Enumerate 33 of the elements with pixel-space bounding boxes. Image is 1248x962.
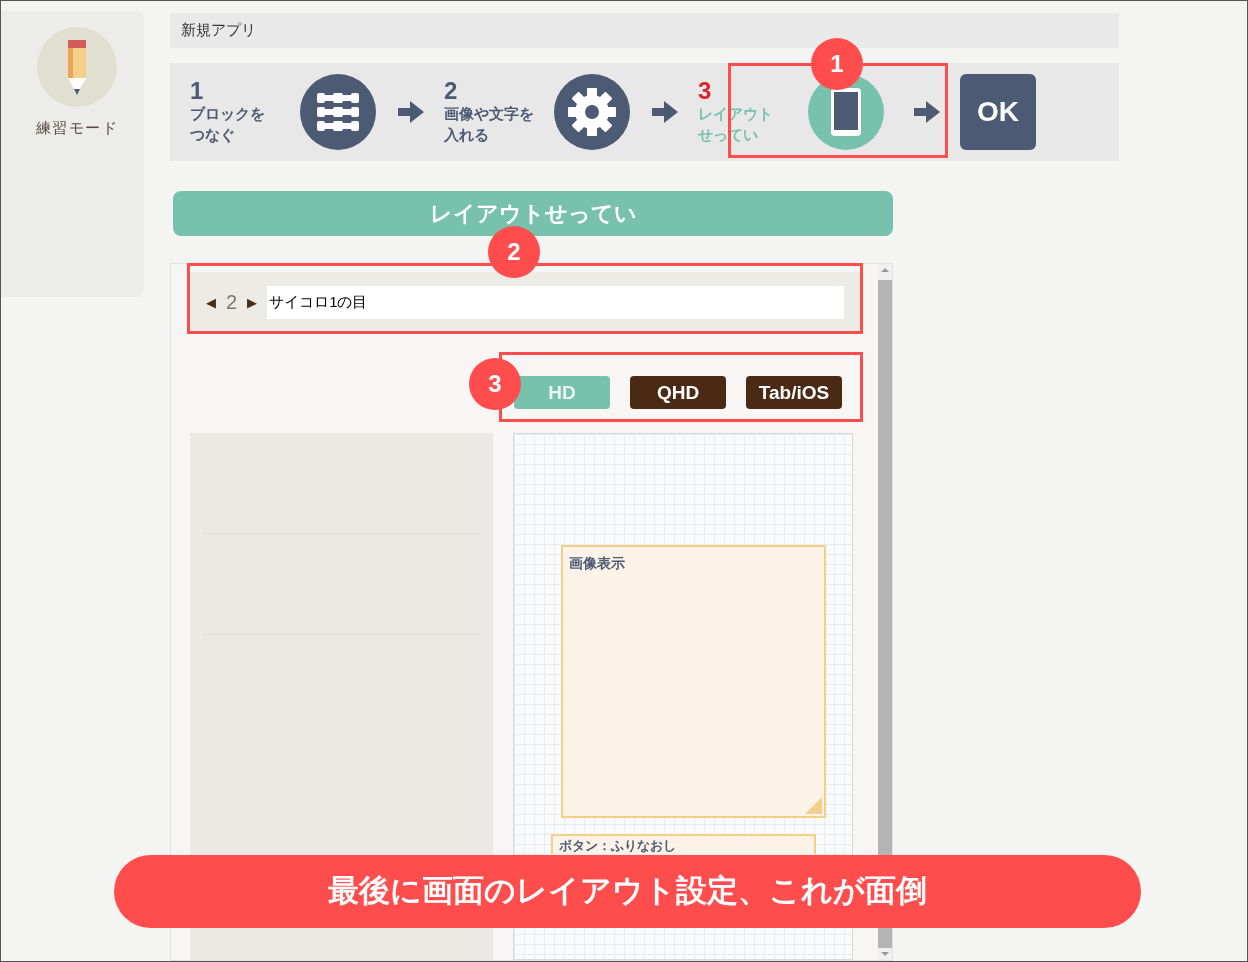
step-number: 3 (698, 78, 713, 103)
resolution-tab[interactable]: QHD (630, 376, 726, 410)
arrow-icon (914, 100, 940, 123)
gear-icon (554, 73, 630, 150)
caption-banner: 最後に画面のレイアウト設定、これが面倒 (114, 855, 1141, 928)
step-label: 画像や文字を (444, 103, 535, 124)
scroll-down-icon (881, 952, 889, 956)
ok-button[interactable]: OK (960, 73, 1036, 150)
section-header: レイアウトせってい (173, 190, 893, 237)
previous-screen-button[interactable]: ◀ (206, 292, 216, 313)
element-label: ボタン：ふりなおし (558, 838, 676, 854)
step-label: つなぐ (190, 124, 236, 145)
step-item[interactable]: 1 ブロックを つなぐ (190, 73, 378, 150)
blocks-icon (300, 73, 376, 150)
element-label: 画像表示 (568, 555, 625, 572)
screen-number: 2 (226, 290, 238, 316)
step-item[interactable]: 2 画像や文字を 入れる (444, 73, 632, 150)
next-screen-button[interactable]: ▶ (247, 292, 258, 313)
practice-mode-button[interactable]: 練習モード (35, 27, 118, 140)
button-element[interactable]: ボタン：ふりなおし (550, 834, 816, 855)
screen-name-field[interactable]: サイコロ1の目 (267, 285, 844, 319)
pencil-icon (36, 27, 117, 107)
resize-handle-icon (804, 797, 822, 815)
step-number: 2 (444, 78, 459, 103)
resolution-tab[interactable]: Tab/iOS (746, 376, 842, 410)
step-number: 1 (190, 78, 205, 103)
step-label: 入れる (444, 124, 490, 145)
app-title-bar: 新規アプリ (170, 13, 1119, 48)
arrow-icon (398, 100, 424, 123)
scroll-up-icon (881, 268, 889, 273)
arrow-icon (652, 100, 678, 123)
step-label: ブロックを (190, 103, 266, 124)
image-display-element[interactable]: 画像表示 (560, 545, 826, 819)
